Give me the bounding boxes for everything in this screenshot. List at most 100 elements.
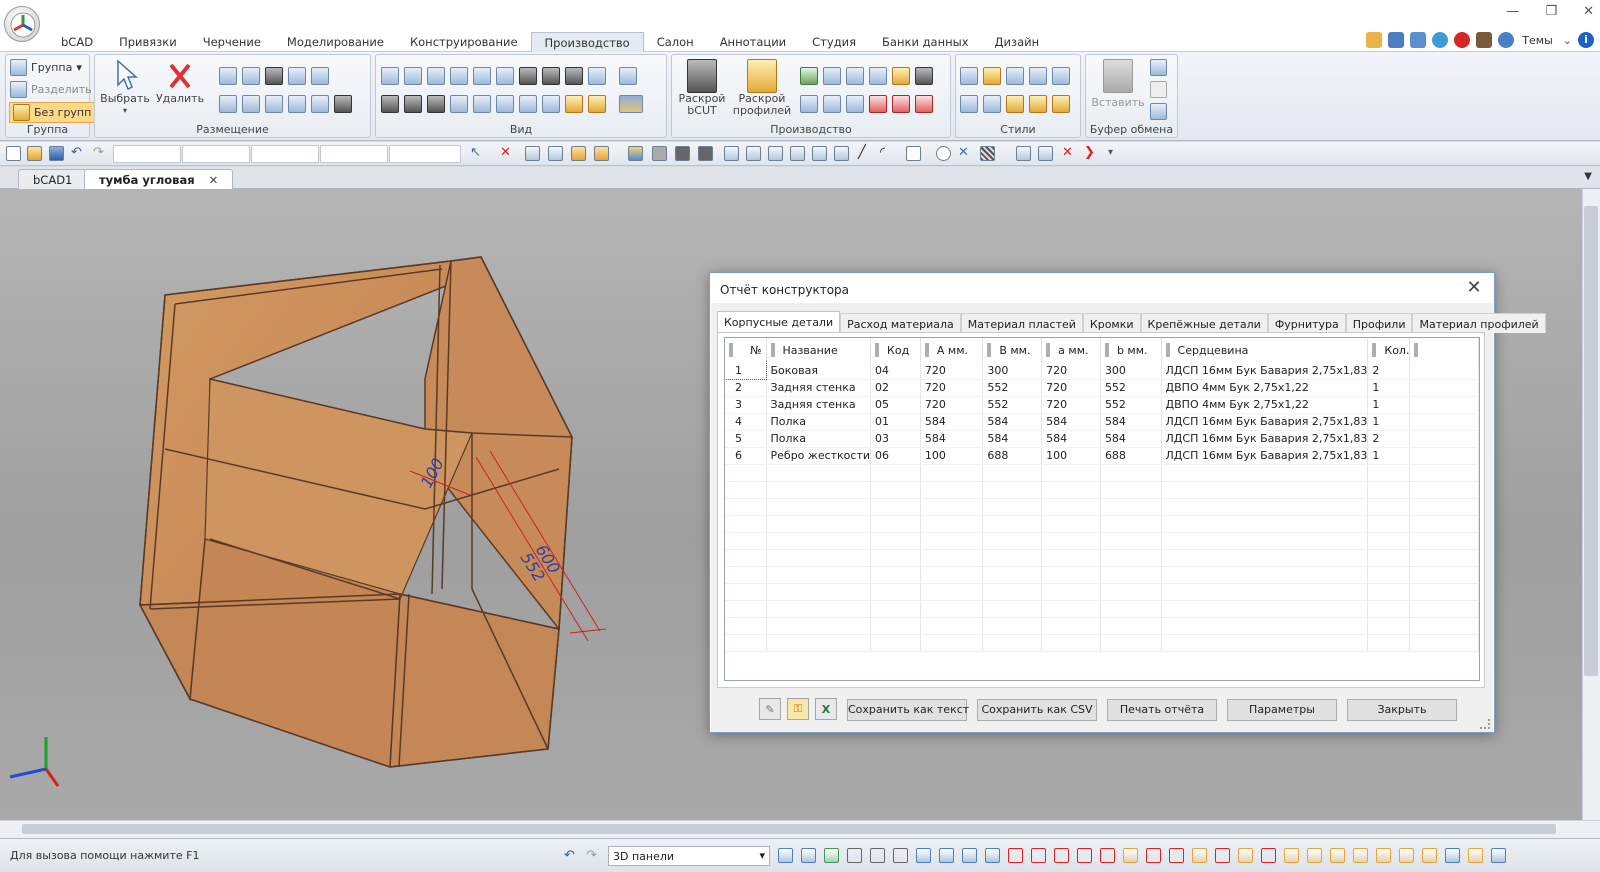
hatch-icon[interactable] [980,146,995,161]
save-icon[interactable] [49,146,64,161]
app-logo-icon[interactable] [4,6,40,42]
pointer-icon[interactable]: ↖ [470,146,485,161]
column-header[interactable]: Название [766,338,872,362]
resize-grip-icon[interactable] [1480,719,1490,729]
brush-icon[interactable] [1029,67,1047,85]
arc-icon[interactable]: ◜ [880,146,895,161]
align-left-icon[interactable] [219,95,237,113]
snap-mode-icon[interactable] [1376,848,1391,863]
snap-mode-icon[interactable] [1330,848,1345,863]
table-row[interactable]: 4 Полка 01 584 584 584 584 ЛДСП 16мм Бук Бавари… [725,413,1479,431]
themes-menu[interactable]: Темы [1522,34,1552,47]
save-text-button[interactable]: Сохранить как текст [847,699,969,721]
close-button[interactable]: Закрыть [1347,699,1457,721]
mirror-icon[interactable] [288,67,306,85]
text-style-icon[interactable] [1052,67,1070,85]
snap-mode-icon[interactable] [1215,848,1230,863]
snap-mode-icon[interactable] [778,848,793,863]
clear-icon[interactable] [892,95,910,113]
line-icon[interactable]: ╱ [858,146,873,161]
ucs-icon[interactable] [588,67,606,85]
tool-b-icon[interactable] [746,146,761,161]
view-front-icon[interactable] [381,67,399,85]
snap-mode-icon[interactable] [1008,848,1023,863]
cut-icon[interactable] [1150,59,1167,76]
print-report-button[interactable]: Печать отчёта [1107,699,1217,721]
tabs-dropdown-icon[interactable]: ▼ [1584,171,1592,182]
ribbon-tab[interactable]: Привязки [106,32,190,52]
delete-button[interactable]: Удалить [155,59,205,105]
ribbon-tab[interactable]: bCAD [48,32,106,52]
view-left-icon[interactable] [427,67,445,85]
copy-icon[interactable] [1150,81,1167,98]
rectangle-icon[interactable] [906,146,921,161]
select-button[interactable]: Выбрать ▾ [99,59,151,117]
snap-mode-icon[interactable] [1031,848,1046,863]
align-bottom-icon[interactable] [288,95,306,113]
redo-icon[interactable]: ↷ [93,146,108,161]
remove-icon[interactable] [915,95,933,113]
column-header[interactable]: № [725,338,767,362]
paint-icon[interactable] [983,95,1001,113]
hand-icon[interactable] [1366,32,1383,48]
snap-mode-icon[interactable] [1261,848,1276,863]
table-row[interactable]: 3 Задняя стенка 05 720 552 720 552 ДВПО 4мм Бук… [725,396,1479,414]
tool-c-icon[interactable] [768,146,783,161]
image-icon[interactable] [1150,103,1167,120]
x-icon[interactable]: ✕ [958,146,973,161]
tool-a-icon[interactable] [724,146,739,161]
snap-mode-icon[interactable] [1399,848,1414,863]
column-header[interactable]: b мм. [1100,338,1162,362]
solid-icon[interactable] [588,95,606,113]
table-row[interactable]: 5 Полка 03 584 584 584 584 ЛДСП 16мм Бук Бавари… [725,430,1479,448]
snap-mode-icon[interactable] [1284,848,1299,863]
snap-mode-icon[interactable] [1077,848,1092,863]
snap-mode-icon[interactable] [1422,848,1437,863]
tool-e-icon[interactable] [812,146,827,161]
align-top-icon[interactable] [311,95,329,113]
ribbon-tab[interactable]: Конструирование [397,32,531,52]
dialog-tab[interactable]: Материал профилей [1412,313,1546,333]
view-top-icon[interactable] [473,67,491,85]
vertical-scroll-thumb[interactable] [1584,206,1598,676]
refresh-icon[interactable] [1432,32,1449,48]
settings-icon[interactable] [915,67,933,85]
pen-icon[interactable] [1006,67,1024,85]
color-icon[interactable] [983,67,1001,85]
cancel-x-icon[interactable]: ✕ [500,146,515,161]
shaded-icon[interactable] [565,95,583,113]
snap-mode-icon[interactable] [824,848,839,863]
table-row[interactable]: 2 Задняя стенка 02 720 552 720 552 ДВПО 4мм Бук… [725,379,1479,397]
ribbon-tab[interactable]: Черчение [190,32,274,52]
material-icon[interactable] [1006,95,1024,113]
wireframe-icon[interactable] [519,95,537,113]
snap-mode-icon[interactable] [1192,848,1207,863]
profiles-button[interactable]: Раскрой профилей [730,59,794,117]
column-header[interactable]: Код [870,338,921,362]
drill-icon[interactable] [892,67,910,85]
report-icon[interactable] [800,67,818,85]
ribbon-tab[interactable]: Дизайн [982,32,1053,52]
snap-mode-icon[interactable] [1146,848,1161,863]
doc-tab-bcad1[interactable]: bCAD1 [18,169,88,189]
rotate-icon[interactable] [311,67,329,85]
snap-mode-icon[interactable] [1100,848,1115,863]
dialog-tab[interactable]: Расход материала [840,313,961,333]
toolbar-field-5[interactable] [389,145,461,163]
snap-mode-icon[interactable] [1353,848,1368,863]
box2-icon[interactable] [548,146,563,161]
render-icon[interactable] [619,67,637,85]
camera-icon[interactable] [542,67,560,85]
label-icon[interactable] [846,95,864,113]
move-icon[interactable] [1410,32,1427,48]
box1-icon[interactable] [525,146,540,161]
snap-mode-icon[interactable] [893,848,908,863]
ribbon-tab[interactable]: Банки данных [869,32,981,52]
box3-icon[interactable] [571,146,586,161]
extend-icon[interactable]: ❯ [1084,146,1099,161]
undo-icon[interactable]: ↶ [71,146,86,161]
bin3-icon[interactable] [698,146,713,161]
undo-status-icon[interactable]: ↶ [564,848,575,863]
dialog-tab[interactable]: Материал пластей [960,313,1083,333]
column-header[interactable]: Сердцевина [1161,338,1369,362]
